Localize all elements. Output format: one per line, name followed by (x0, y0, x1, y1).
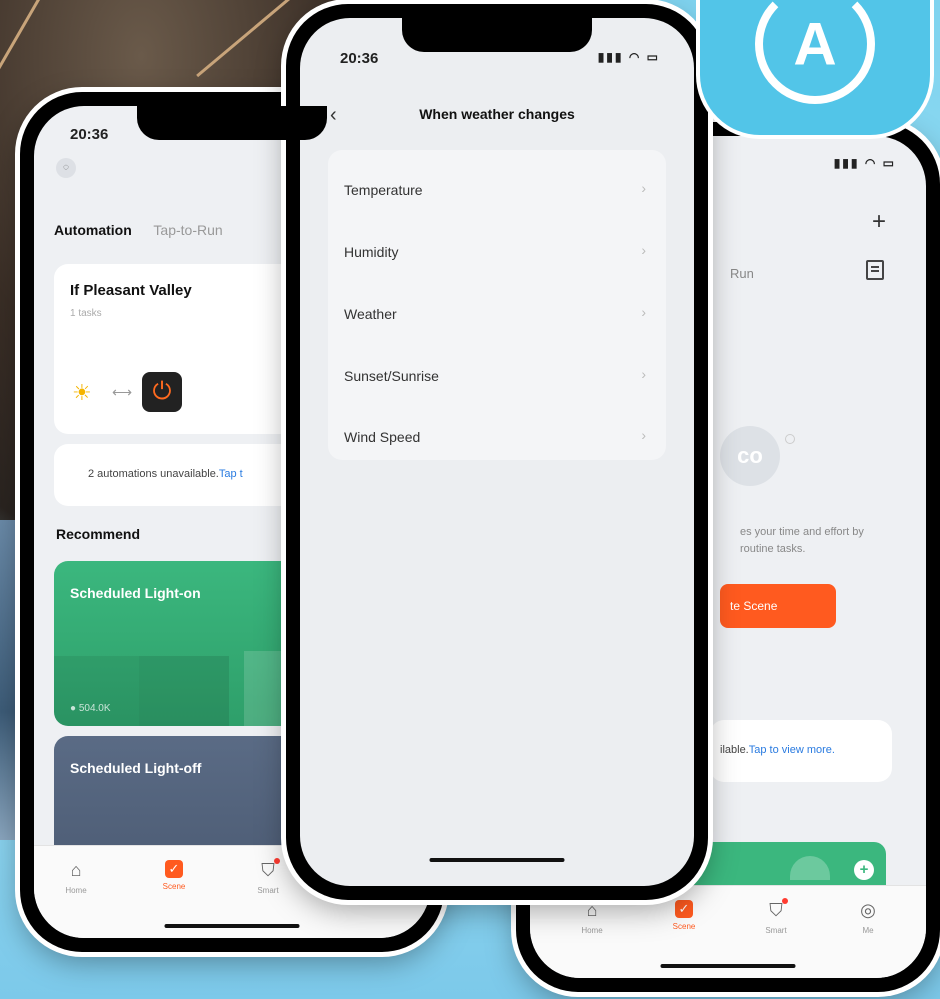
status-icons: ▮▮▮ ◠ ▭ (597, 50, 660, 64)
tab-label: Me (862, 926, 874, 935)
tab-automation[interactable]: Automation (54, 222, 132, 238)
tab-label: Home (581, 926, 603, 935)
tab-home[interactable]: ⌂ Home (562, 900, 622, 935)
chevron-right-icon: › (641, 304, 646, 320)
plus-icon[interactable]: + (872, 208, 886, 236)
tab-smart[interactable]: ⛉ Smart (746, 898, 806, 935)
condition-label: Temperature (344, 182, 423, 198)
empty-description: es your time and effort by routine tasks… (740, 524, 864, 558)
card-title: Scheduled Light-off (70, 760, 202, 776)
tab-scene[interactable]: ✓ Scene (144, 860, 204, 891)
notch (402, 18, 592, 52)
automation-title: If Pleasant Valley (70, 282, 192, 299)
card-title: Scheduled Light-on (70, 585, 201, 601)
smart-icon: ⛉ (261, 860, 275, 880)
scene-tabs: Automation Tap-to-Run (54, 222, 223, 238)
logo-letter: A (793, 10, 837, 78)
unavailable-text: ilable.Tap to view more. (720, 744, 835, 756)
tab-tap-to-run[interactable]: Tap-to-Run (153, 222, 222, 238)
tab-label: Home (65, 886, 87, 895)
empty-illustration: co (720, 426, 780, 486)
me-icon: ◎ (860, 900, 876, 920)
add-icon[interactable]: + (854, 860, 874, 880)
chevron-right-icon: › (641, 180, 646, 196)
brand-logo: A (700, 0, 930, 135)
home-indicator (660, 964, 796, 968)
view-more-link[interactable]: Tap to view more. (749, 744, 835, 756)
tab-smart[interactable]: ⛉ Smart (238, 858, 298, 895)
empty-description-line: routine tasks. (740, 543, 806, 555)
unavailable-text: 2 automations unavailable.Tap t (88, 468, 243, 480)
chevron-right-icon: › (641, 242, 646, 258)
recommend-heading: Recommend (56, 526, 141, 542)
card-decoration (54, 656, 139, 726)
illustration-dot (785, 434, 795, 444)
tab-label: Smart (257, 886, 279, 895)
home-indicator (429, 858, 565, 862)
automation-subtitle: 1 tasks (70, 308, 102, 319)
condition-label: Wind Speed (344, 429, 421, 445)
tab-label: Smart (765, 926, 787, 935)
home-icon: ⌂ (586, 900, 598, 920)
sun-icon: ☀ (72, 380, 92, 405)
tab-scene[interactable]: ✓ Scene (654, 900, 714, 931)
weather-condition-list: Temperature › Humidity › Weather › Sunse… (328, 150, 666, 460)
notification-dot (274, 858, 280, 864)
view-more-link[interactable]: Tap t (219, 468, 243, 480)
condition-label: Humidity (344, 244, 399, 260)
chevron-right-icon: › (641, 366, 646, 382)
phone-screen: 20:36 ▮▮▮ ◠ ▭ ‹ When weather changes Tem… (300, 18, 694, 886)
condition-wind-speed[interactable]: Wind Speed › (344, 405, 650, 465)
document-icon[interactable] (866, 260, 884, 280)
condition-temperature[interactable]: Temperature › (344, 158, 650, 218)
tab-tap-to-run[interactable]: Run (730, 266, 754, 281)
condition-weather[interactable]: Weather › (344, 282, 650, 342)
condition-sunset-sunrise[interactable]: Sunset/Sunrise › (344, 344, 650, 404)
tab-label: Scene (162, 882, 186, 891)
smart-icon: ⛉ (769, 900, 783, 920)
condition-label: Sunset/Sunrise (344, 368, 439, 384)
unavailable-message: ilable. (720, 744, 749, 756)
tab-me[interactable]: ◎ Me (838, 900, 898, 935)
camera-icon[interactable]: ◌ (56, 158, 76, 178)
status-time: 20:36 (340, 50, 379, 67)
notch (137, 106, 327, 140)
page-title: When weather changes (419, 106, 575, 122)
unavailable-message: 2 automations unavailable. (88, 468, 219, 480)
create-scene-button[interactable]: te Scene (720, 584, 836, 628)
card-decoration (790, 856, 830, 880)
arrow-icon: ⟷ (112, 384, 133, 400)
home-indicator (164, 924, 300, 928)
card-decoration (139, 656, 229, 726)
notification-dot (782, 898, 788, 904)
card-meta: ● 504.0K (70, 703, 111, 714)
tab-label: Scene (672, 922, 696, 931)
tab-home[interactable]: ⌂ Home (46, 860, 106, 895)
condition-humidity[interactable]: Humidity › (344, 220, 650, 280)
chevron-right-icon: › (641, 427, 646, 443)
phone-center: 20:36 ▮▮▮ ◠ ▭ ‹ When weather changes Tem… (286, 4, 708, 900)
power-icon: ⏻ (142, 372, 182, 412)
scene-icon: ✓ (165, 860, 183, 878)
scene-icon: ✓ (675, 900, 693, 918)
condition-label: Weather (344, 306, 397, 322)
unavailable-notice[interactable]: ilable.Tap to view more. (710, 720, 892, 782)
home-icon: ⌂ (70, 860, 82, 880)
empty-description-line: es your time and effort by (740, 526, 864, 538)
status-icons: ▮▮▮ ◠ ▭ (833, 156, 896, 170)
status-time: 20:36 (70, 126, 109, 143)
